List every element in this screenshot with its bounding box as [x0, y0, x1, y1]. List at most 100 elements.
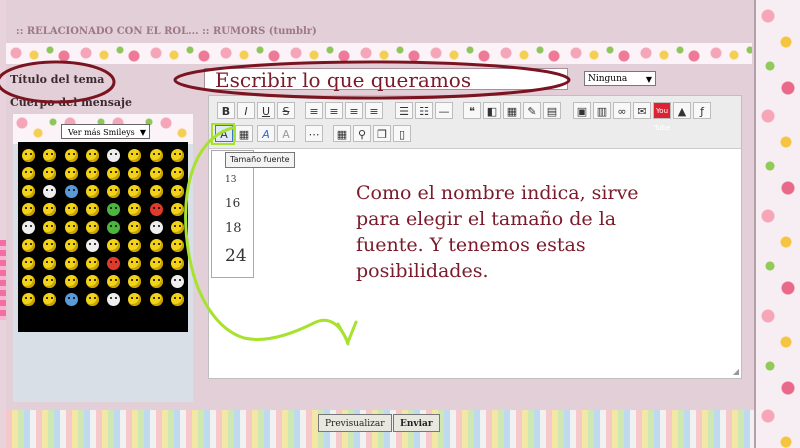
- date-icon[interactable]: ▦: [333, 125, 351, 142]
- smiley-icon[interactable]: [128, 166, 142, 180]
- smiley-icon[interactable]: [22, 202, 36, 216]
- font-size-option[interactable]: 24: [225, 246, 247, 266]
- youtube-button[interactable]: You Tube: [653, 102, 671, 132]
- smiley-icon[interactable]: [22, 256, 36, 270]
- smiley-icon[interactable]: [22, 184, 36, 198]
- smiley-icon[interactable]: [64, 184, 78, 198]
- numbered-list-icon[interactable]: ☷: [415, 102, 433, 119]
- smiley-icon[interactable]: [128, 256, 142, 270]
- smiley-icon[interactable]: [22, 238, 36, 252]
- smiley-icon[interactable]: [43, 202, 57, 216]
- smiley-icon[interactable]: [128, 292, 142, 306]
- search-icon[interactable]: ⚲: [353, 125, 371, 142]
- smiley-icon[interactable]: [64, 166, 78, 180]
- flash-media-icon[interactable]: ƒ: [693, 102, 711, 119]
- smiley-icon[interactable]: [85, 184, 99, 198]
- email-icon[interactable]: ✉: [633, 102, 651, 119]
- smiley-icon[interactable]: [64, 274, 78, 288]
- smiley-icon[interactable]: [43, 256, 57, 270]
- preview-button[interactable]: Previsualizar: [318, 414, 392, 432]
- smiley-icon[interactable]: [43, 274, 57, 288]
- font-color-icon[interactable]: ▦: [235, 125, 253, 142]
- align-right-icon[interactable]: ≡: [345, 102, 363, 119]
- more-icon[interactable]: ⋯: [305, 125, 323, 142]
- smiley-icon[interactable]: [128, 238, 142, 252]
- image-icon[interactable]: ▣: [573, 102, 591, 119]
- smiley-icon[interactable]: [22, 274, 36, 288]
- smiley-icon[interactable]: [107, 166, 121, 180]
- smiley-icon[interactable]: [149, 292, 163, 306]
- smiley-icon[interactable]: [85, 292, 99, 306]
- editor-content[interactable]: Como el nombre indica, sirve para elegir…: [356, 180, 676, 284]
- smiley-icon[interactable]: [107, 148, 121, 162]
- smiley-icon[interactable]: [128, 184, 142, 198]
- bullet-list-icon[interactable]: ☰: [395, 102, 413, 119]
- smiley-icon[interactable]: [107, 220, 121, 234]
- spoiler-icon[interactable]: ✎: [523, 102, 541, 119]
- justify-icon[interactable]: ≡: [365, 102, 383, 119]
- smiley-icon[interactable]: [107, 202, 121, 216]
- smiley-icon[interactable]: [149, 184, 163, 198]
- smiley-icon[interactable]: [107, 292, 121, 306]
- bold-button[interactable]: B: [217, 102, 235, 119]
- host-image-icon[interactable]: ▥: [593, 102, 611, 119]
- smiley-icon[interactable]: [85, 238, 99, 252]
- align-center-icon[interactable]: ≡: [325, 102, 343, 119]
- quote-icon[interactable]: ❝: [463, 102, 481, 119]
- smiley-icon[interactable]: [22, 220, 36, 234]
- breadcrumb[interactable]: :: RELACIONADO CON EL ROL... :: RUMORS (…: [16, 26, 317, 37]
- smiley-icon[interactable]: [85, 220, 99, 234]
- smiley-icon[interactable]: [43, 292, 57, 306]
- smiley-icon[interactable]: [149, 274, 163, 288]
- font-size-option[interactable]: 18: [225, 221, 242, 236]
- send-button[interactable]: Enviar: [393, 414, 440, 432]
- remove-format-icon[interactable]: A: [277, 125, 295, 142]
- smiley-icon[interactable]: [107, 184, 121, 198]
- smiley-icon[interactable]: [170, 202, 184, 216]
- smiley-icon[interactable]: [43, 148, 57, 162]
- resize-handle-icon[interactable]: ◢: [733, 367, 739, 376]
- smiley-icon[interactable]: [170, 184, 184, 198]
- font-size-option[interactable]: 13: [225, 175, 236, 185]
- smiley-icon[interactable]: [149, 220, 163, 234]
- topic-title-input[interactable]: Escribir lo que queramos: [204, 68, 568, 91]
- strike-button[interactable]: S: [277, 102, 295, 119]
- smiley-icon[interactable]: [149, 238, 163, 252]
- smiley-icon[interactable]: [170, 238, 184, 252]
- smiley-icon[interactable]: [43, 166, 57, 180]
- smiley-icon[interactable]: [85, 202, 99, 216]
- smiley-icon[interactable]: [170, 256, 184, 270]
- smiley-icon[interactable]: [85, 274, 99, 288]
- smiley-icon[interactable]: [64, 256, 78, 270]
- smiley-icon[interactable]: [170, 148, 184, 162]
- smiley-icon[interactable]: [85, 256, 99, 270]
- font-size-button[interactable]: A: [215, 125, 233, 142]
- smiley-icon[interactable]: [149, 166, 163, 180]
- link-icon[interactable]: ∞: [613, 102, 631, 119]
- smiley-icon[interactable]: [64, 202, 78, 216]
- font-size-option[interactable]: 16: [225, 196, 240, 210]
- smiley-icon[interactable]: [64, 292, 78, 306]
- smiley-icon[interactable]: [128, 220, 142, 234]
- topic-type-select[interactable]: Ninguna ▼: [584, 71, 656, 86]
- page-icon[interactable]: ▯: [393, 125, 411, 142]
- smiley-icon[interactable]: [128, 202, 142, 216]
- smiley-icon[interactable]: [22, 148, 36, 162]
- italic-button[interactable]: I: [237, 102, 255, 119]
- smiley-icon[interactable]: [64, 220, 78, 234]
- copy-icon[interactable]: ❐: [373, 125, 391, 142]
- smiley-selector[interactable]: Ver más Smileys ▼: [61, 124, 150, 139]
- table-icon[interactable]: ▦: [503, 102, 521, 119]
- smiley-icon[interactable]: [64, 148, 78, 162]
- smiley-icon[interactable]: [43, 184, 57, 198]
- align-left-icon[interactable]: ≡: [305, 102, 323, 119]
- smiley-icon[interactable]: [170, 220, 184, 234]
- smiley-icon[interactable]: [85, 148, 99, 162]
- font-face-icon[interactable]: A: [257, 125, 275, 142]
- smiley-icon[interactable]: [170, 166, 184, 180]
- flash-icon[interactable]: ▲: [673, 102, 691, 119]
- smiley-icon[interactable]: [64, 238, 78, 252]
- smiley-icon[interactable]: [149, 148, 163, 162]
- smiley-icon[interactable]: [107, 274, 121, 288]
- smiley-icon[interactable]: [149, 256, 163, 270]
